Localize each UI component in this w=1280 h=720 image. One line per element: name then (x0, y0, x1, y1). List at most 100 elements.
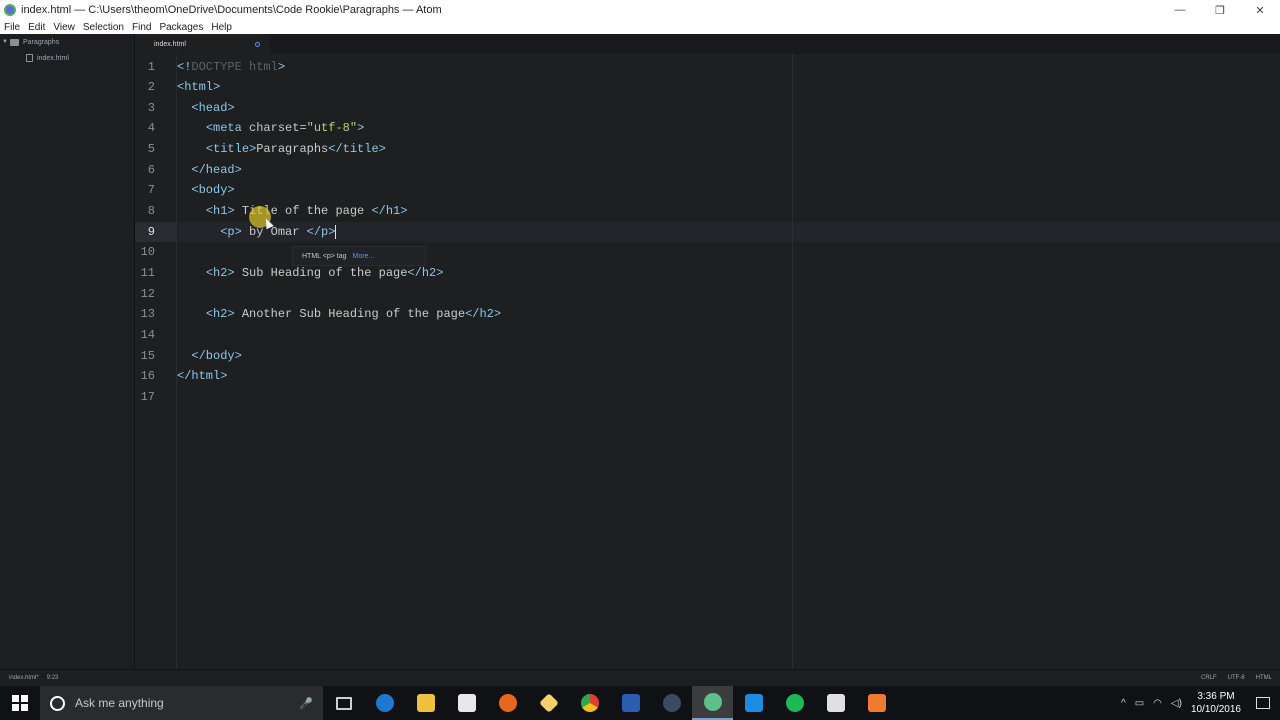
chrome-icon (580, 694, 599, 712)
code-line-8[interactable]: <h1> Title of the page </h1> (177, 201, 408, 221)
status-cursor-position[interactable]: 9:23 (47, 675, 59, 681)
code-token: <html> (177, 80, 221, 94)
taskbar-spotify[interactable] (774, 686, 815, 720)
code-token: charset= (249, 121, 307, 135)
autocomplete-popup[interactable]: HTML <p> tag More... (292, 246, 426, 266)
code-line-4[interactable]: <meta charset="utf-8"> (177, 118, 364, 138)
search-placeholder: Ask me anything (75, 696, 164, 710)
code-line-6[interactable]: </head> (177, 160, 242, 180)
window-title: index.html — C:\Users\theom\OneDrive\Doc… (21, 4, 442, 16)
chevron-up-icon[interactable]: ^ (1121, 698, 1126, 709)
code-token: </p> (306, 225, 336, 239)
taskbar-file-explorer[interactable] (405, 686, 446, 720)
tree-folder-paragraphs[interactable]: ▼ Paragraphs (0, 35, 134, 49)
menu-edit[interactable]: Edit (24, 22, 49, 33)
cortana-search-box[interactable]: Ask me anything 🎤 (40, 686, 323, 720)
line-number: 4 (147, 121, 155, 135)
menu-selection[interactable]: Selection (79, 22, 128, 33)
taskbar-outlook[interactable] (733, 686, 774, 720)
battery-icon[interactable]: ▭ (1135, 698, 1144, 709)
code-token: </html> (177, 369, 228, 383)
active-line-highlight (178, 222, 1280, 242)
code-line-16[interactable]: </html> (177, 366, 227, 386)
modified-dot-icon[interactable] (255, 42, 260, 47)
minimize-button[interactable]: — (1160, 0, 1200, 20)
restore-button[interactable]: ❐ (1200, 0, 1240, 20)
menu-find[interactable]: Find (128, 22, 155, 33)
line-number: 1 (147, 60, 155, 74)
code-token: <! (177, 60, 192, 74)
tab-bar: index.html (135, 34, 1280, 54)
line-number: 14 (140, 328, 155, 342)
notification-center-icon[interactable] (1256, 697, 1270, 709)
title-bar: index.html — C:\Users\theom\OneDrive\Doc… (0, 0, 1280, 20)
microphone-icon[interactable]: 🎤 (299, 697, 313, 710)
taskbar-edge[interactable] (364, 686, 405, 720)
folder-icon (416, 694, 435, 712)
code-line-3[interactable]: <head> (177, 98, 234, 118)
tree-file-index[interactable]: index.html (0, 51, 134, 65)
line-number: 12 (140, 287, 155, 301)
menu-file[interactable]: File (0, 22, 24, 33)
line-number: 8 (147, 204, 155, 218)
code-token: > (357, 121, 365, 135)
code-token: <meta (205, 121, 250, 135)
taskbar: Ask me anything 🎤 ^ ▭ ◠ ◁) 3:36 PM 10/10… (0, 686, 1280, 720)
system-tray: ^ ▭ ◠ ◁) 3:36 PM 10/10/2016 (1121, 690, 1280, 716)
line-number: 5 (147, 142, 155, 156)
tab-index-html[interactable]: index.html (135, 34, 270, 54)
code-token: "utf-8" (306, 121, 358, 135)
status-encoding[interactable]: UTF-8 (1228, 675, 1245, 681)
line-number: 3 (147, 101, 155, 115)
tree-file-label: index.html (37, 54, 69, 62)
autocomplete-text: HTML <p> tag (302, 252, 347, 260)
menu-view[interactable]: View (49, 22, 79, 33)
code-line-5[interactable]: <title>Paragraphs</title> (177, 139, 386, 159)
atom-app-icon (4, 4, 16, 16)
code-line-7[interactable]: <body> (177, 180, 234, 200)
spotify-icon (785, 694, 804, 712)
taskbar-video[interactable] (856, 686, 897, 720)
taskbar-store[interactable] (446, 686, 487, 720)
text-cursor (335, 224, 337, 239)
taskbar-steam[interactable] (651, 686, 692, 720)
code-token: by Omar (241, 225, 307, 239)
code-editor[interactable]: 1 2 3 4 5 6 7 8 9 10 11 12 13 14 15 16 1… (135, 54, 1280, 669)
code-token: </head> (191, 163, 242, 177)
code-token: <title> (205, 142, 257, 156)
volume-icon[interactable]: ◁) (1171, 698, 1182, 709)
code-token: </h2> (407, 266, 444, 280)
tree-view: ▼ Paragraphs index.html (0, 34, 135, 669)
taskbar-firefox[interactable] (487, 686, 528, 720)
code-token: Paragraphs (256, 142, 329, 156)
line-number: 2 (147, 80, 155, 94)
line-number: 9 (147, 225, 155, 239)
code-line-2[interactable]: <html> (177, 77, 220, 97)
taskbar-clock[interactable]: 3:36 PM 10/10/2016 (1191, 690, 1241, 716)
menu-packages[interactable]: Packages (155, 22, 207, 33)
wifi-icon[interactable]: ◠ (1153, 698, 1162, 709)
windows-start-button[interactable] (0, 686, 40, 720)
code-token: </body> (191, 349, 242, 363)
taskbar-git[interactable] (528, 686, 569, 720)
taskbar-atom[interactable] (692, 686, 733, 720)
menu-help[interactable]: Help (207, 22, 236, 33)
code-token: DOCTYPE html (191, 60, 278, 74)
taskbar-task-view[interactable] (323, 686, 364, 720)
line-number: 7 (147, 183, 155, 197)
code-line-15[interactable]: </body> (177, 346, 242, 366)
status-line-ending[interactable]: CRLF (1201, 675, 1217, 681)
outlook-icon (744, 694, 763, 712)
autocomplete-more-link[interactable]: More... (353, 253, 375, 260)
taskbar-chrome[interactable] (569, 686, 610, 720)
close-button[interactable]: ✕ (1240, 0, 1280, 20)
powershell-icon (621, 694, 640, 712)
code-line-1[interactable]: <!DOCTYPE html> (177, 57, 285, 77)
code-line-11[interactable]: <h2> Sub Heading of the page</h2> (177, 263, 444, 283)
file-icon (26, 54, 33, 62)
status-file-name[interactable]: index.html* (9, 675, 39, 681)
taskbar-powershell[interactable] (610, 686, 651, 720)
status-grammar[interactable]: HTML (1256, 675, 1272, 681)
taskbar-notes[interactable] (815, 686, 856, 720)
code-line-13[interactable]: <h2> Another Sub Heading of the page</h2… (177, 304, 501, 324)
